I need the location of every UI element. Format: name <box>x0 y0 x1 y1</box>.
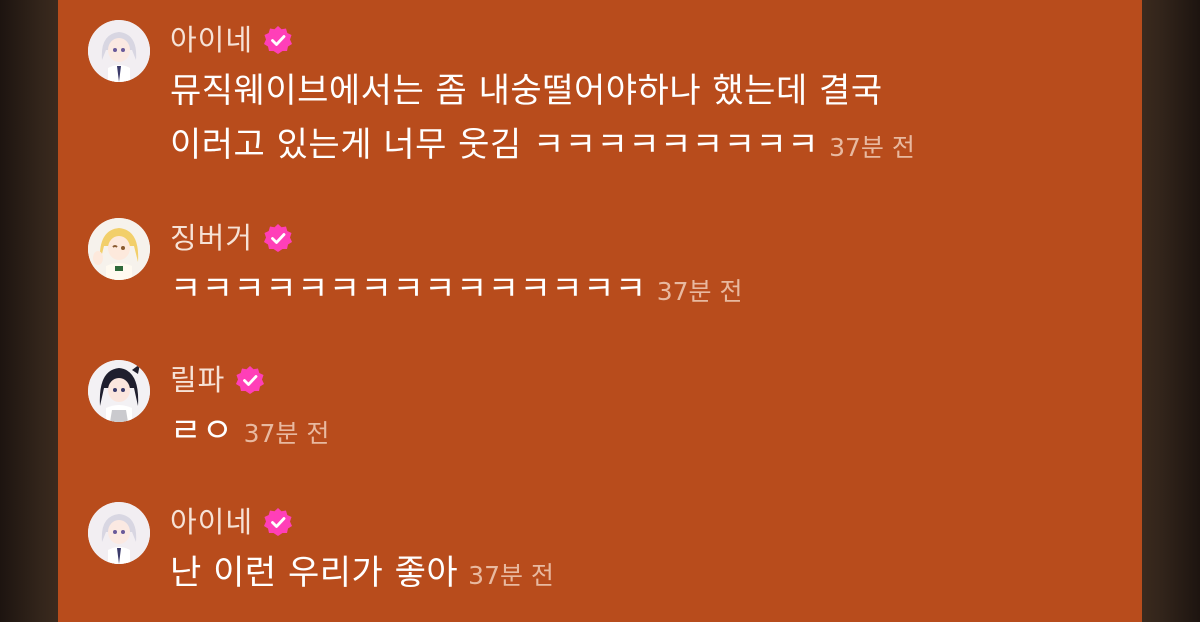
message-text: 이러고 있는게 너무 웃김 ㅋㅋㅋㅋㅋㅋㅋㅋㅋ <box>170 125 820 165</box>
message-timestamp: 37분 전 <box>243 419 330 448</box>
username[interactable]: 아이네 <box>170 20 253 60</box>
avatar[interactable] <box>88 360 150 422</box>
username[interactable]: 아이네 <box>170 502 253 542</box>
chat-panel[interactable]: 아이네 뮤직웨이브에서는 좀 내숭떨어야하나 했는데 결국 이러고 있는게 너무… <box>58 0 1142 622</box>
verified-badge-icon <box>263 25 293 55</box>
message-text: ㄹㅇ <box>170 411 234 451</box>
message-text: ㅋㅋㅋㅋㅋㅋㅋㅋㅋㅋㅋㅋㅋㅋㅋ <box>170 269 647 309</box>
right-frame <box>1142 0 1200 622</box>
left-frame <box>0 0 58 622</box>
avatar[interactable] <box>88 20 150 82</box>
message-timestamp: 37분 전 <box>468 561 554 590</box>
message-text: 난 이런 우리가 좋아 <box>170 553 459 593</box>
verified-badge-icon <box>263 507 293 537</box>
message-timestamp: 37분 전 <box>656 277 743 306</box>
username[interactable]: 릴파 <box>170 360 225 400</box>
verified-badge-icon <box>263 223 293 253</box>
message-text: 뮤직웨이브에서는 좀 내숭떨어야하나 했는데 결국 <box>170 71 883 111</box>
avatar[interactable] <box>88 218 150 280</box>
verified-badge-icon <box>235 365 265 395</box>
username[interactable]: 징버거 <box>170 218 253 258</box>
message-timestamp: 37분 전 <box>829 133 915 162</box>
avatar[interactable] <box>88 502 150 564</box>
